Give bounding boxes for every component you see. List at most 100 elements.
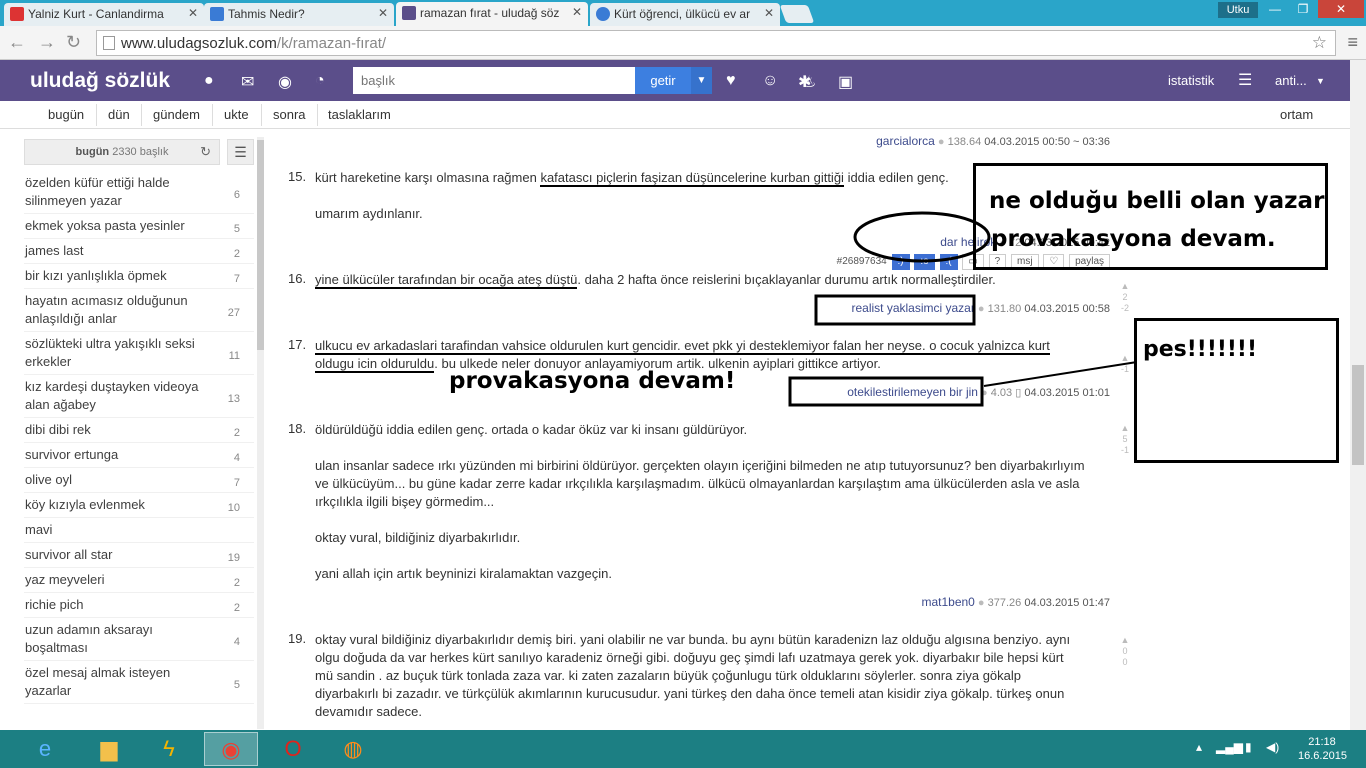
sidebar-topic[interactable]: hayatın acımasız olduğunun anlaşıldığı a… — [24, 289, 254, 332]
sidebar-topic[interactable]: james last 2 — [24, 239, 254, 264]
sidebar-scroll-thumb[interactable] — [257, 140, 264, 350]
entry-date[interactable]: 04.03.2015 00:50 ~ 03:36 — [984, 136, 1110, 148]
url-field[interactable]: www.uludagsozluk.com/k/ramazan-fırat/ ☆ — [96, 30, 1336, 56]
sidebar-topic[interactable]: özel mesaj almak isteyen yazarlar 5 — [24, 661, 254, 704]
hamburger-icon[interactable]: ☰ — [1238, 70, 1252, 90]
battery-icon[interactable]: ▮ — [1245, 740, 1252, 754]
user-menu[interactable]: anti... — [1275, 73, 1307, 88]
sidebar-topic[interactable]: sözlükteki ultra yakışıklı seksi erkekle… — [24, 332, 254, 375]
search-dropdown-icon[interactable]: ▼ — [691, 67, 712, 94]
nav-bugun[interactable]: bugün — [48, 107, 84, 122]
nav-gundem[interactable]: gündem — [153, 107, 200, 122]
sidebar-topic[interactable]: survivor all star 19 — [24, 543, 254, 568]
close-window-icon[interactable]: ✕ — [1318, 0, 1364, 18]
internet-explorer-icon[interactable]: e — [18, 732, 72, 766]
nav-ukte[interactable]: ukte — [224, 107, 249, 122]
sidebar-topic[interactable]: mavi — [24, 518, 254, 543]
vote-down-count: 0 — [1122, 657, 1128, 667]
caret-down-icon[interactable]: ▼ — [1316, 76, 1325, 86]
network-icon[interactable]: ▂▄▆ — [1216, 740, 1243, 754]
sidebar-topic[interactable]: köy kızıyla evlenmek 10 — [24, 493, 254, 518]
tray-arrow-icon[interactable]: ▴ — [1196, 740, 1202, 754]
winamp-icon[interactable]: ϟ — [142, 732, 196, 766]
close-tab-icon[interactable]: ✕ — [378, 6, 388, 20]
refresh-icon[interactable]: ↻ — [200, 140, 211, 164]
entry-date[interactable]: 04.03.2015 00:58 — [1024, 303, 1110, 315]
opera-icon[interactable]: O — [266, 732, 320, 766]
nav-sonra[interactable]: sonra — [273, 107, 306, 122]
browser-tab[interactable]: Kürt öğrenci, ülkücü ev ar ✕ — [590, 3, 780, 26]
search-button[interactable]: getir — [635, 67, 691, 94]
entry-author[interactable]: otekilestirilemeyen bir jin — [847, 385, 978, 399]
sidebar-topic[interactable]: bir kızı yanlışlıkla öpmek 7 — [24, 264, 254, 289]
entry-author[interactable]: realist yaklasimci yazar — [851, 301, 974, 315]
sidebar-topic[interactable]: richie pich 2 — [24, 593, 254, 618]
topic-title: ekmek yoksa pasta yesinler — [25, 218, 185, 233]
system-clock[interactable]: 21:18 16.6.2015 — [1298, 735, 1347, 763]
entry-id[interactable]: #26897634 — [837, 256, 887, 267]
firefox-icon[interactable]: ◍ — [326, 732, 380, 766]
page-scroll-thumb[interactable] — [1352, 365, 1364, 465]
entry-meta: mat1ben0 ● 377.26 04.03.2015 01:47 — [921, 595, 1110, 609]
nav-divider — [212, 104, 213, 126]
close-tab-icon[interactable]: ✕ — [188, 6, 198, 20]
entry-author[interactable]: mat1ben0 — [921, 595, 974, 609]
file-explorer-icon[interactable]: ▆ — [82, 732, 136, 766]
bookmark-star-icon[interactable]: ☆ — [1312, 33, 1327, 53]
back-icon[interactable]: ← — [8, 32, 26, 53]
url-host: www.uludagsozluk.com — [121, 35, 277, 52]
vote-up-count: 5 — [1122, 434, 1128, 444]
user-icon[interactable]: ● — [204, 72, 214, 90]
heart-icon[interactable]: ♥ — [726, 72, 736, 90]
users-icon[interactable]: ☺ — [762, 72, 778, 90]
topic-count: 2 — [233, 602, 240, 614]
volume-icon[interactable]: ◀) — [1266, 740, 1279, 754]
sidebar-topic[interactable]: dibi dibi rek 2 — [24, 418, 254, 443]
minimize-icon[interactable]: — — [1262, 0, 1288, 18]
close-tab-icon[interactable]: ✕ — [764, 6, 774, 20]
sidebar-topic[interactable]: ekmek yoksa pasta yesinler 5 — [24, 214, 254, 239]
nav-dun[interactable]: dün — [108, 107, 130, 122]
sidebar-topic[interactable]: özelden küfür ettiği halde silinmeyen ya… — [24, 171, 254, 214]
new-tab-button[interactable] — [779, 5, 815, 23]
sidebar-topic[interactable]: yaz meyveleri 2 — [24, 568, 254, 593]
sidebar-topic[interactable]: kız kardeşi duştayken videoya alan ağabe… — [24, 375, 254, 418]
browser-tab[interactable]: Tahmis Nedir? ✕ — [204, 3, 394, 26]
globe-icon[interactable]: ◉ — [278, 72, 292, 92]
statistics-link[interactable]: istatistik — [1168, 73, 1214, 88]
maximize-icon[interactable]: ❐ — [1290, 0, 1316, 18]
pie-chart-icon[interactable]: ◔ — [315, 72, 325, 90]
wow-vote-button[interactable]: :o — [914, 254, 935, 270]
entry-paragraph: yani allah için artık beyninizi kiralama… — [315, 566, 612, 581]
entry-text-part: iddia edilen genç. — [843, 170, 949, 185]
browser-tab-active[interactable]: ramazan fırat - uludağ söz ✕ — [396, 2, 588, 26]
nav-taslaklarim[interactable]: taslaklarım — [328, 107, 391, 122]
underlined-text[interactable]: yine ülkücüler tarafından bir ocağa ateş… — [315, 272, 578, 289]
underlined-text[interactable]: kafatascı piçlerin faşizan düşüncelerine… — [540, 170, 844, 187]
topic-count: 11 — [228, 350, 240, 362]
entry-date[interactable]: 04.03.2015 01:01 — [1024, 387, 1110, 399]
close-tab-icon[interactable]: ✕ — [572, 5, 582, 19]
search-input[interactable] — [353, 67, 635, 94]
nav-ortam[interactable]: ortam — [1280, 107, 1313, 122]
list-icon[interactable]: ☰ — [227, 139, 254, 165]
chrome-icon[interactable]: ◉ — [204, 732, 258, 766]
browser-menu-icon[interactable]: ≡ — [1347, 32, 1358, 53]
sidebar-header[interactable]: bugün 2330 başlık ↻ — [24, 139, 220, 165]
sidebar-topic[interactable]: olive oyl 7 — [24, 468, 254, 493]
browser-tab[interactable]: Yalniz Kurt - Canlandirma ✕ — [4, 3, 204, 26]
sidebar-topic[interactable]: uzun adamın aksarayı boşaltması 4 — [24, 618, 254, 661]
smile-vote-button[interactable]: :) — [891, 254, 910, 270]
messages-icon[interactable]: ✉ — [241, 72, 254, 92]
forward-icon[interactable]: → — [38, 32, 56, 53]
entry-author[interactable]: garcialorca — [876, 134, 935, 148]
browser-user-button[interactable]: Utku — [1218, 2, 1258, 18]
entry-date[interactable]: 04.03.2015 01:47 — [1024, 597, 1110, 609]
youtube-favicon-icon — [10, 7, 24, 21]
book-icon[interactable]: ▣ — [838, 72, 853, 92]
site-logo[interactable]: uludağ sözlük — [30, 69, 170, 93]
sad-vote-button[interactable]: :( — [939, 254, 958, 270]
sidebar-topic[interactable]: survivor ertunga 4 — [24, 443, 254, 468]
fire-icon[interactable]: ♨ — [802, 72, 816, 92]
reload-icon[interactable]: ↻ — [66, 32, 81, 53]
